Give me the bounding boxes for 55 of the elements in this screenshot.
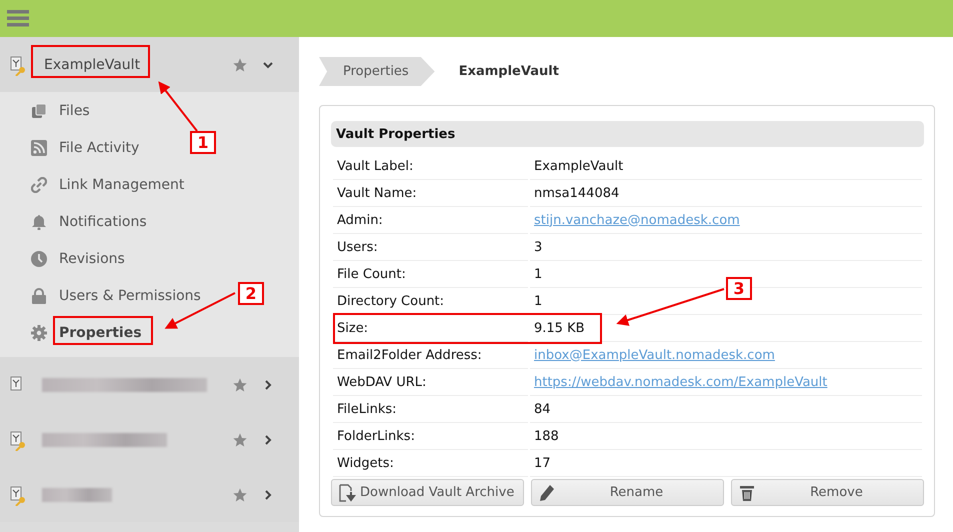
download-icon [338,484,356,502]
breadcrumb-item[interactable]: Properties [319,57,435,86]
pencil-icon [538,484,556,502]
property-value: 1 [534,266,542,282]
sidebar-item[interactable]: File Activity [59,140,140,156]
property-label: WebDAV URL: [333,369,528,396]
property-label: Admin: [333,207,528,234]
settings-icon [31,324,47,340]
bell-icon [31,214,47,230]
rss-icon [31,140,47,156]
callout-number: 3 [726,277,752,300]
property-label: Vault Label: [333,153,528,180]
lock-icon [31,288,47,304]
property-label: FileLinks: [333,396,528,423]
trash-icon [738,484,756,502]
star-icon[interactable] [232,376,248,392]
callout-number: 1 [190,131,216,154]
property-value: 9.15 KB [534,320,585,336]
files-icon [31,102,47,118]
callout-arrow [158,81,198,132]
property-label: FolderLinks: [333,423,528,450]
property-label: Widgets: [333,450,528,477]
property-label: File Count: [333,261,528,288]
sidebar-item[interactable]: Notifications [59,214,147,230]
property-label: Users: [333,234,528,261]
sidebar-item[interactable]: Revisions [59,250,125,266]
property-value: 3 [534,240,542,254]
sidebar-item[interactable]: Link Management [59,176,184,192]
property-value: ExampleVault [534,158,624,174]
star-icon[interactable] [232,486,248,502]
sidebar-item[interactable]: Files [59,102,90,118]
menu-icon[interactable] [7,10,29,27]
vault-name[interactable]: ExampleVault [44,56,232,72]
property-label: Directory Count: [333,288,528,315]
breadcrumb-current: ExampleVault [458,64,559,79]
property-value: nmsa144084 [534,186,620,200]
property-value: 17 [534,456,551,470]
star-icon[interactable] [232,432,248,448]
property-label: Email2Folder Address: [333,342,528,369]
rename-button[interactable]: Rename [531,479,724,506]
callout-number: 2 [238,282,264,305]
star-icon[interactable] [232,56,248,72]
sidebar-item[interactable]: Properties [59,324,142,340]
link-icon [31,176,47,192]
download-button[interactable]: Download Vault Archive [331,479,524,506]
blurred-text [42,488,112,502]
property-value: 1 [534,294,542,308]
property-label: Vault Name: [333,180,528,207]
panel-title: Vault Properties [336,126,456,142]
property-value: 84 [534,402,551,416]
property-value: 188 [534,428,559,444]
sidebar-item[interactable]: Users & Permissions [59,288,201,304]
property-label: Size: [333,315,528,342]
clock-icon [31,250,47,266]
remove-button[interactable]: Remove [731,479,924,506]
